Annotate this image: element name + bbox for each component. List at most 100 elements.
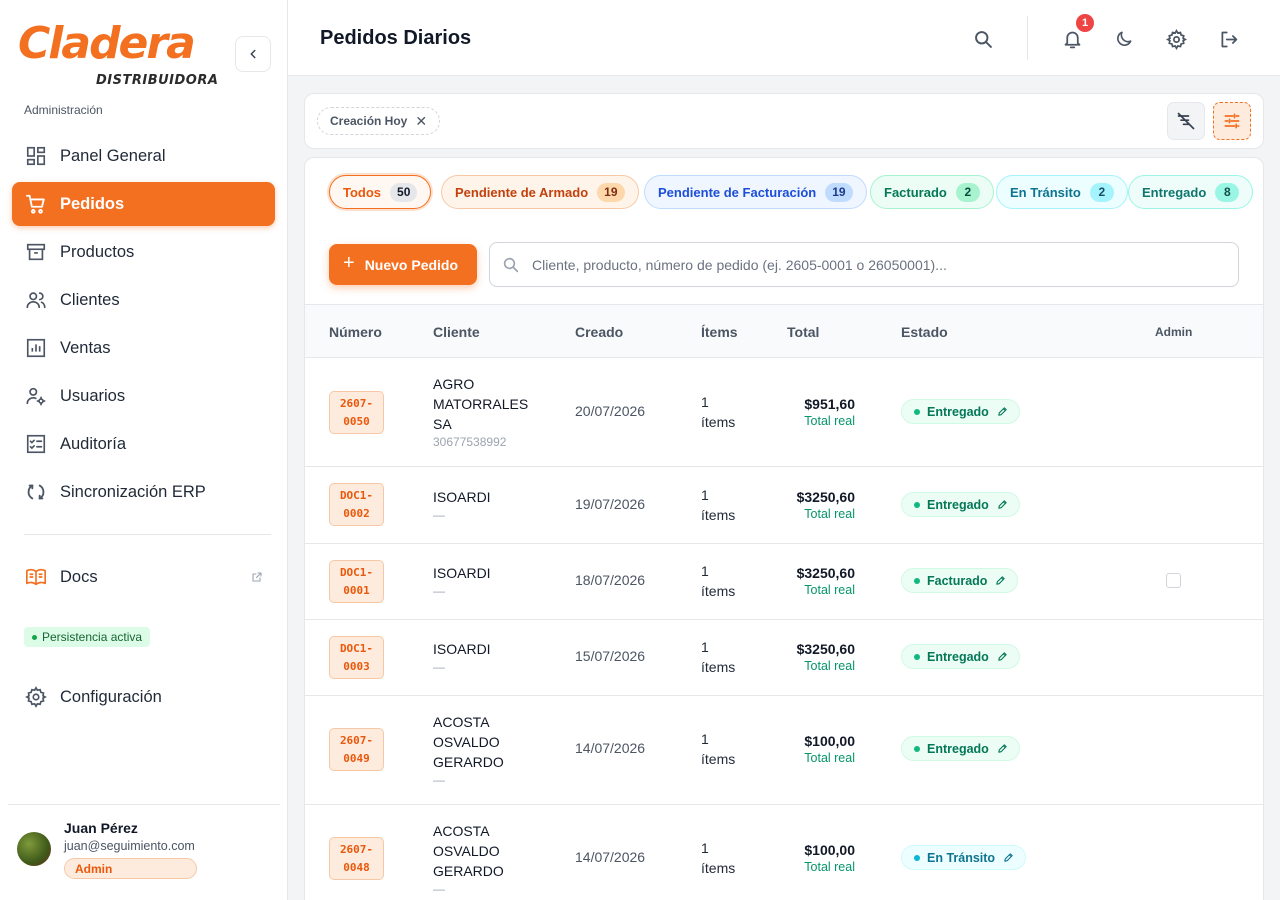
client-tax-id: — xyxy=(433,882,445,896)
table-row[interactable]: 2607- 0050 AGRO MATORRALES SA 3067753899… xyxy=(305,358,1263,467)
avatar[interactable] xyxy=(17,832,51,866)
sidebar-item-ventas[interactable]: Ventas xyxy=(12,326,275,370)
tab-entregado[interactable]: Entregado 8 xyxy=(1128,175,1254,209)
sidebar-item-sincronizacion-erp[interactable]: Sincronización ERP xyxy=(12,470,275,514)
chevron-left-icon xyxy=(250,49,256,59)
created-date: 14/07/2026 xyxy=(575,740,646,756)
top-header: Pedidos Diarios 1 xyxy=(288,0,1280,76)
brand-logo[interactable]: Cladera DISTRIBUIDORA xyxy=(18,18,219,92)
created-date: 20/07/2026 xyxy=(575,403,646,419)
clear-filters-button[interactable] xyxy=(1167,102,1205,140)
total-cell: $100,00 Total real xyxy=(804,841,855,876)
column-header-cliente[interactable]: Cliente xyxy=(433,324,480,340)
search-box[interactable] xyxy=(489,242,1239,287)
table-row[interactable]: DOC1- 0002 ISOARDI — 19/07/2026 1 ítems … xyxy=(305,467,1263,544)
sidebar-item-usuarios[interactable]: Usuarios xyxy=(12,374,275,418)
sidebar-item-pedidos[interactable]: Pedidos xyxy=(12,182,275,226)
client-name-line: ISOARDI xyxy=(433,489,491,505)
search-input[interactable] xyxy=(532,256,1222,273)
order-number-badge[interactable]: 2607- 0050 xyxy=(329,391,384,434)
sidebar-item-label: Productos xyxy=(60,242,135,261)
table-row[interactable]: DOC1- 0001 ISOARDI — 18/07/2026 1 ítems … xyxy=(305,544,1263,620)
order-number-badge[interactable]: DOC1- 0002 xyxy=(329,483,384,526)
external-link-icon xyxy=(251,569,263,588)
client-name-line: SA xyxy=(433,416,452,432)
order-number-badge[interactable]: 2607- 0049 xyxy=(329,728,384,771)
status-badge[interactable]: Facturado xyxy=(901,568,1019,593)
pencil-icon[interactable] xyxy=(1003,852,1014,863)
status-dot xyxy=(32,634,37,640)
filter-settings-button[interactable] xyxy=(1213,102,1251,140)
tab-todos[interactable]: Todos 50 xyxy=(329,175,432,209)
sidebar-item-label: Usuarios xyxy=(60,386,126,405)
client-name-line: GERARDO xyxy=(433,754,504,770)
client-name-line: ACOSTA xyxy=(433,714,490,730)
moon-icon xyxy=(1117,31,1132,46)
tab-count-badge: 8 xyxy=(1215,182,1240,202)
book-icon xyxy=(24,565,48,589)
pencil-icon[interactable] xyxy=(997,499,1008,510)
persistence-status-label: Persistencia activa xyxy=(42,630,143,644)
items-count: 1 ítems xyxy=(701,485,735,525)
close-icon[interactable]: ✕ xyxy=(415,113,427,130)
table-row[interactable]: DOC1- 0003 ISOARDI — 15/07/2026 1 ítems … xyxy=(305,620,1263,696)
client-cell: ISOARDI — xyxy=(433,639,543,675)
settings-button[interactable] xyxy=(1163,26,1189,52)
brand-logo-subtext: DISTRIBUIDORA xyxy=(96,73,219,88)
column-header-estado[interactable]: Estado xyxy=(901,324,948,340)
pencil-icon[interactable] xyxy=(995,575,1006,586)
table-row[interactable]: 2607- 0049 ACOSTA OSVALDO GERARDO — 14/0… xyxy=(305,696,1263,805)
user-email: juan@seguimiento.com xyxy=(64,839,195,853)
sidebar-item-clientes[interactable]: Clientes xyxy=(12,278,275,322)
order-number-badge[interactable]: 2607- 0048 xyxy=(329,837,384,880)
table-row[interactable]: 2607- 0048 ACOSTA OSVALDO GERARDO — 14/0… xyxy=(305,805,1263,900)
tab-count-badge: 19 xyxy=(825,182,853,202)
tab-en-transito[interactable]: En Tránsito 2 xyxy=(996,175,1128,209)
tab-facturado[interactable]: Facturado 2 xyxy=(870,175,994,209)
order-number-badge[interactable]: DOC1- 0001 xyxy=(329,560,384,603)
pencil-icon[interactable] xyxy=(997,406,1008,417)
sidebar-item-auditoria[interactable]: Auditoría xyxy=(12,422,275,466)
status-badge[interactable]: Entregado xyxy=(901,399,1020,424)
filter-chip-creacion[interactable]: Creación Hoy ✕ xyxy=(317,107,441,135)
total-amount: $951,60 xyxy=(804,396,855,412)
logout-button[interactable] xyxy=(1215,26,1241,52)
status-badge[interactable]: En Tránsito xyxy=(901,845,1027,870)
tab-pendiente-facturacion[interactable]: Pendiente de Facturación 19 xyxy=(644,175,867,209)
pencil-icon[interactable] xyxy=(997,651,1008,662)
client-name-line: ISOARDI xyxy=(433,565,491,581)
column-header-numero[interactable]: Número xyxy=(329,324,382,340)
order-number-badge[interactable]: DOC1- 0003 xyxy=(329,636,384,679)
items-count: 1 ítems xyxy=(701,729,735,769)
sidebar-item-productos[interactable]: Productos xyxy=(12,230,275,274)
status-badge[interactable]: Entregado xyxy=(901,644,1020,669)
sidebar-item-panel-general[interactable]: Panel General xyxy=(12,134,275,178)
tab-count-badge: 2 xyxy=(955,182,980,202)
status-dot xyxy=(914,577,920,584)
total-cell: $951,60 Total real xyxy=(804,395,855,430)
sidebar-item-label: Panel General xyxy=(60,146,166,165)
column-header-total[interactable]: Total xyxy=(787,324,819,340)
order-number-prefix: 2607- xyxy=(339,396,374,410)
pencil-icon[interactable] xyxy=(997,743,1008,754)
new-order-button[interactable]: + Nuevo Pedido xyxy=(329,244,477,285)
theme-toggle-button[interactable] xyxy=(1111,26,1137,52)
status-badge[interactable]: Entregado xyxy=(901,736,1020,761)
order-number-suffix: 0048 xyxy=(343,860,370,874)
status-label: Entregado xyxy=(927,404,989,419)
column-header-items[interactable]: Ítems xyxy=(701,324,738,340)
status-badge[interactable]: Entregado xyxy=(901,492,1020,517)
plus-icon: + xyxy=(343,252,355,274)
total-label: Total real xyxy=(804,751,855,765)
status-label: Entregado xyxy=(927,741,989,756)
collapse-sidebar-button[interactable] xyxy=(235,36,271,72)
sidebar-item-label: Auditoría xyxy=(60,434,127,453)
tab-pendiente-armado[interactable]: Pendiente de Armado 19 xyxy=(441,175,639,209)
sidebar-item-docs[interactable]: Docs xyxy=(12,555,275,599)
items-unit: ítems xyxy=(701,583,736,599)
admin-checkbox[interactable] xyxy=(1166,573,1181,588)
column-header-creado[interactable]: Creado xyxy=(575,324,623,340)
sidebar-item-configuracion[interactable]: Configuración xyxy=(12,675,275,719)
search-button[interactable] xyxy=(970,26,996,52)
sidebar-item-label: Sincronización ERP xyxy=(60,482,206,501)
